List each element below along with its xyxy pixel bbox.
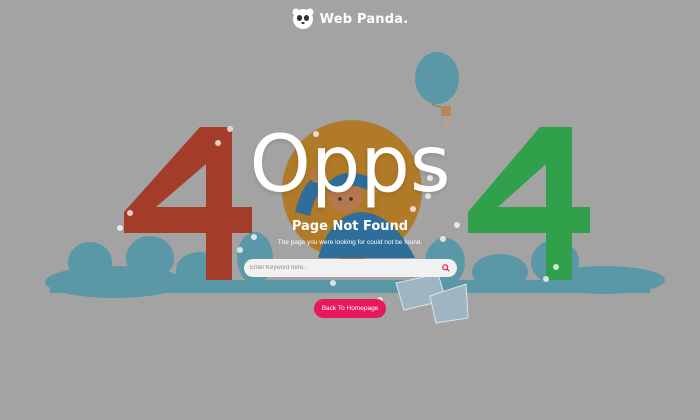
illustration-404 bbox=[45, 52, 665, 324]
back-to-homepage-button[interactable]: Back To Homepage bbox=[314, 299, 386, 318]
error-headline: Opps bbox=[249, 120, 451, 210]
search-input[interactable] bbox=[250, 265, 441, 271]
search-icon bbox=[442, 264, 450, 272]
search-box bbox=[244, 259, 457, 277]
search-button[interactable] bbox=[441, 263, 451, 273]
brand-logo[interactable]: Web Panda. bbox=[0, 8, 700, 30]
brand-name: Web Panda. bbox=[319, 11, 409, 27]
error-title: Page Not Found bbox=[291, 219, 409, 234]
panda-logo-icon bbox=[292, 8, 314, 29]
error-message: The page you were looking for could not … bbox=[277, 239, 423, 246]
